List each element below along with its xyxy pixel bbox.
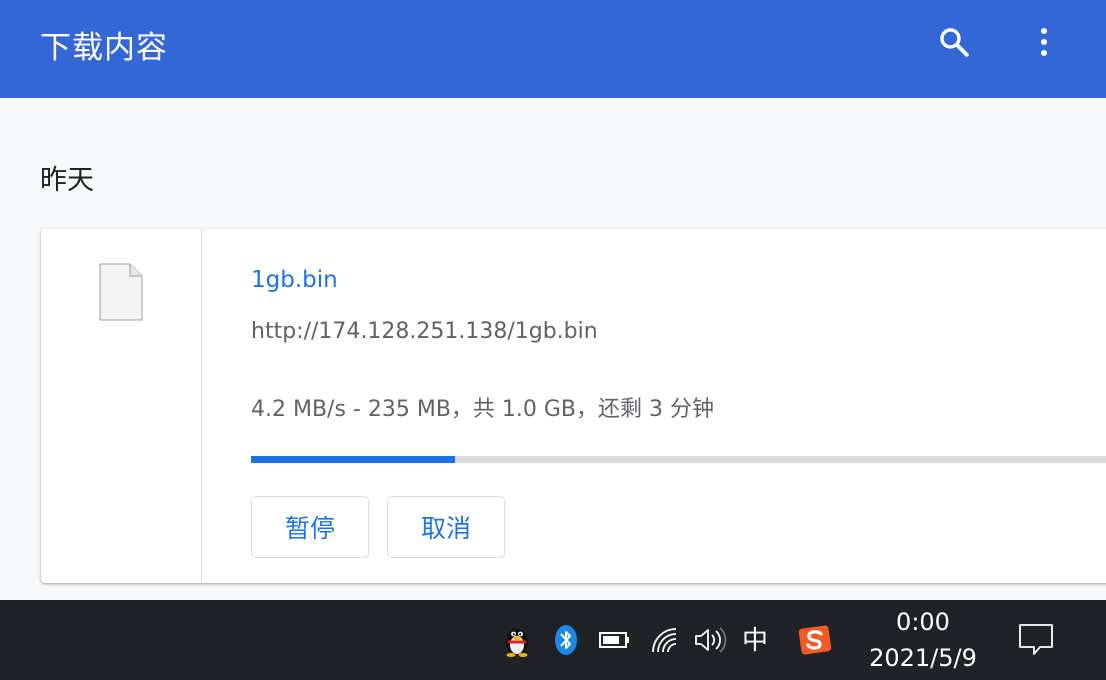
page-title: 下载内容	[40, 30, 168, 66]
bluetooth-icon[interactable]	[553, 624, 579, 656]
battery-icon[interactable]	[598, 628, 632, 652]
file-url[interactable]: http://174.128.251.138/1gb.bin	[251, 319, 598, 344]
cancel-button[interactable]: 取消	[387, 496, 505, 558]
wifi-icon[interactable]	[649, 624, 679, 656]
download-progress-bar	[251, 456, 1106, 463]
more-options-button[interactable]	[1022, 20, 1066, 64]
file-name-link[interactable]: 1gb.bin	[251, 267, 338, 293]
search-button[interactable]	[932, 20, 976, 64]
windows-taskbar: 中 0:00 2021/5/9	[0, 600, 1106, 680]
notification-icon[interactable]	[1017, 622, 1055, 658]
sogou-ime-icon[interactable]	[797, 623, 833, 657]
file-icon	[99, 263, 143, 321]
download-progress-fill	[251, 456, 456, 463]
download-status: 4.2 MB/s - 235 MB，共 1.0 GB，还剩 3 分钟	[251, 397, 715, 422]
clock-date[interactable]: 2021/5/9	[862, 644, 984, 672]
date-section-label: 昨天	[40, 165, 94, 196]
pause-button[interactable]: 暂停	[251, 496, 369, 558]
qq-icon[interactable]	[502, 622, 532, 658]
volume-icon[interactable]	[692, 624, 728, 656]
clock-time[interactable]: 0:00	[880, 608, 966, 636]
app-toolbar: 下载内容	[0, 0, 1106, 98]
file-icon-column	[41, 229, 202, 583]
more-vert-icon	[1041, 28, 1047, 56]
ime-mode-indicator[interactable]: 中	[742, 620, 768, 657]
download-item-card: 1gb.bin http://174.128.251.138/1gb.bin 4…	[41, 229, 1106, 583]
search-icon	[940, 28, 969, 57]
